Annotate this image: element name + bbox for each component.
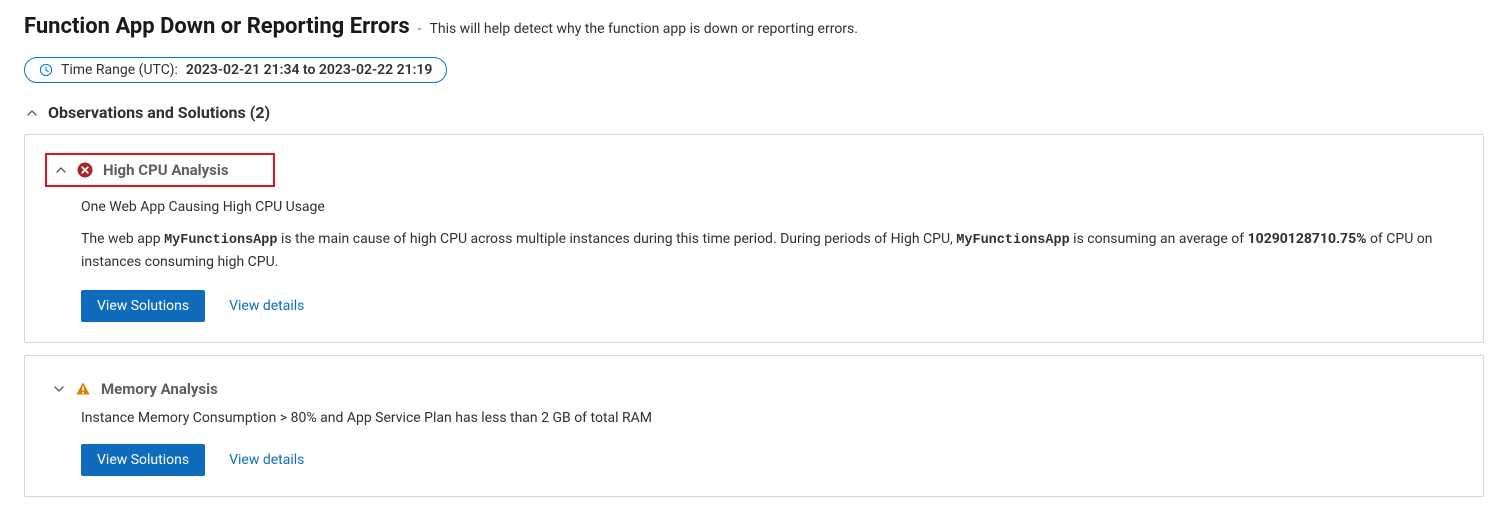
high-cpu-actions: View Solutions View details <box>81 290 1463 322</box>
text-fragment: The web app <box>81 231 164 247</box>
chevron-up-icon <box>26 107 38 119</box>
view-details-link[interactable]: View details <box>229 452 304 468</box>
chevron-down-icon <box>53 383 65 395</box>
high-cpu-body: One Web App Causing High CPU Usage The w… <box>45 193 1463 322</box>
error-icon <box>77 162 93 178</box>
time-range-selector[interactable]: Time Range (UTC): 2023-02-21 21:34 to 20… <box>24 57 447 83</box>
time-range-value: 2023-02-21 21:34 to 2023-02-22 21:19 <box>186 62 433 78</box>
observation-card-memory: Memory Analysis Instance Memory Consumpt… <box>24 355 1484 497</box>
clock-icon <box>39 63 53 77</box>
page-header: Function App Down or Reporting Errors - … <box>24 14 1484 39</box>
page-subtitle: This will help detect why the function a… <box>430 21 858 37</box>
observation-card-high-cpu: High CPU Analysis One Web App Causing Hi… <box>24 134 1484 343</box>
memory-actions: View Solutions View details <box>81 444 1463 476</box>
view-solutions-button[interactable]: View Solutions <box>81 444 205 476</box>
high-cpu-subtitle: One Web App Causing High CPU Usage <box>81 199 1463 215</box>
high-cpu-title: High CPU Analysis <box>103 161 229 179</box>
view-solutions-button[interactable]: View Solutions <box>81 290 205 322</box>
memory-title: Memory Analysis <box>101 380 218 398</box>
text-fragment: is the main cause of high CPU across mul… <box>277 231 956 247</box>
time-range-label: Time Range (UTC): <box>61 62 178 78</box>
app-name: MyFunctionsApp <box>164 233 277 248</box>
memory-body: Instance Memory Consumption > 80% and Ap… <box>45 404 1463 476</box>
memory-subtitle: Instance Memory Consumption > 80% and Ap… <box>81 410 1463 426</box>
observations-section-toggle[interactable]: Observations and Solutions (2) <box>24 103 1484 122</box>
warning-icon <box>75 381 91 397</box>
chevron-up-icon <box>55 164 67 176</box>
memory-card-toggle[interactable]: Memory Analysis <box>45 374 226 404</box>
view-details-link[interactable]: View details <box>229 298 304 314</box>
high-cpu-card-toggle[interactable]: High CPU Analysis <box>45 153 275 187</box>
app-name: MyFunctionsApp <box>956 233 1069 248</box>
observations-heading: Observations and Solutions (2) <box>48 103 270 122</box>
text-fragment: is consuming an average of <box>1070 231 1248 247</box>
high-cpu-description: The web app MyFunctionsApp is the main c… <box>81 229 1463 274</box>
page-title: Function App Down or Reporting Errors <box>24 14 410 39</box>
cpu-percent-value: 10290128710.75% <box>1248 231 1367 247</box>
page-title-separator: - <box>418 21 422 37</box>
